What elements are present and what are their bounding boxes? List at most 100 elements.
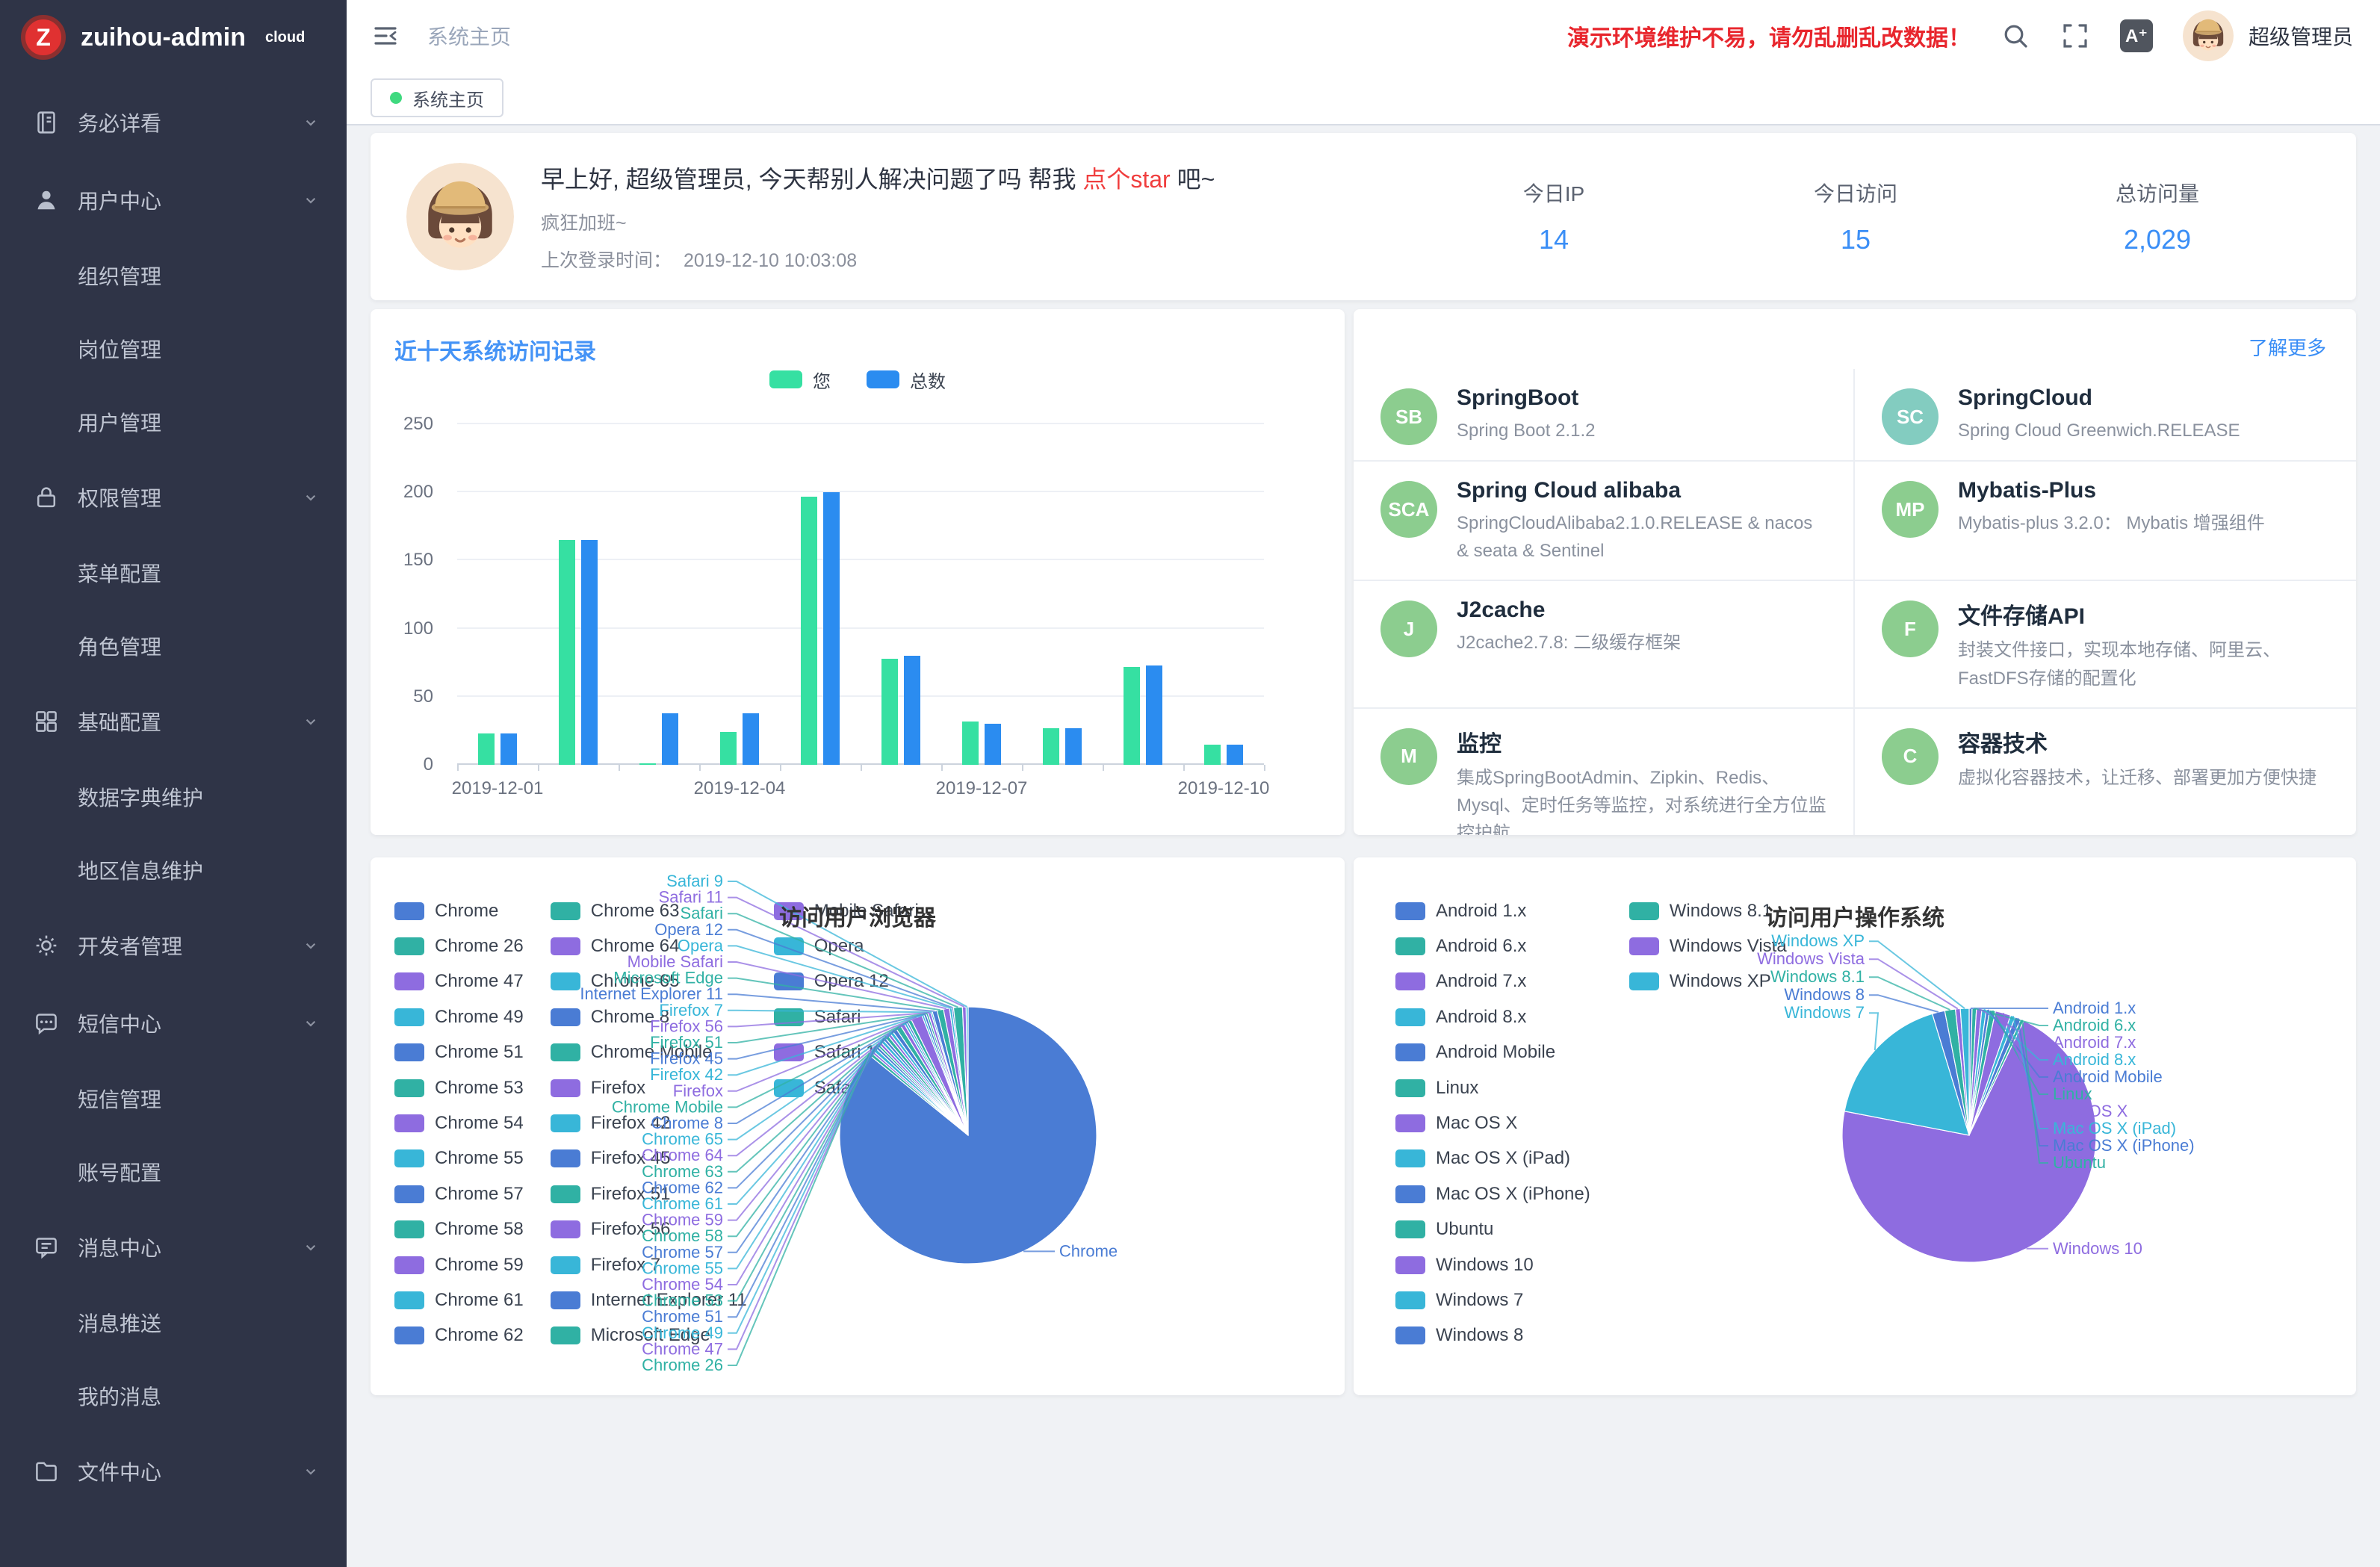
legend-item[interactable]: Chrome 49 xyxy=(394,1007,524,1028)
legend-item[interactable]: Chrome 54 xyxy=(394,1113,524,1134)
legend-item[interactable]: Android 7.x xyxy=(1395,971,1590,992)
legend-item[interactable]: Mac OS X xyxy=(1395,1113,1590,1134)
sidebar-item[interactable]: 开发者管理 xyxy=(0,907,347,984)
legend-item[interactable]: Mac OS X (iPad) xyxy=(1395,1148,1590,1169)
tab-home[interactable]: 系统主页 xyxy=(371,78,503,117)
sidebar-subitem[interactable]: 岗位管理 xyxy=(0,312,347,385)
legend-item[interactable]: Chrome 51 xyxy=(394,1042,524,1063)
legend-item[interactable]: Opera 12 xyxy=(774,971,919,992)
legend-item[interactable]: Chrome 47 xyxy=(394,971,524,992)
legend-item[interactable]: Chrome 62 xyxy=(394,1325,524,1346)
avatar[interactable] xyxy=(2183,10,2234,61)
sidebar-subitem[interactable]: 用户管理 xyxy=(0,385,347,459)
bar[interactable] xyxy=(581,540,598,765)
bar[interactable] xyxy=(985,724,1001,765)
search-icon[interactable] xyxy=(2001,21,2030,51)
legend-item[interactable]: Opera xyxy=(774,936,919,957)
sidebar-subitem[interactable]: 数据字典维护 xyxy=(0,760,347,834)
legend-item[interactable]: Firefox 45 xyxy=(551,1148,747,1169)
legend-item[interactable]: Android Mobile xyxy=(1395,1042,1590,1063)
legend-item[interactable]: Chrome 26 xyxy=(394,936,524,957)
legend-item[interactable]: Firefox 51 xyxy=(551,1184,747,1205)
bar[interactable] xyxy=(823,492,840,765)
bar[interactable] xyxy=(881,659,898,765)
legend-item[interactable]: Chrome 64 xyxy=(551,936,747,957)
legend-item[interactable]: Firefox xyxy=(551,1078,747,1099)
legend-label: Chrome 54 xyxy=(435,1113,524,1134)
legend-item[interactable]: Chrome 58 xyxy=(394,1219,524,1240)
sidebar-collapse-icon[interactable] xyxy=(371,21,400,51)
bar[interactable] xyxy=(662,713,678,765)
legend-item[interactable]: 您 xyxy=(769,367,831,393)
fullscreen-icon[interactable] xyxy=(2060,21,2090,51)
username[interactable]: 超级管理员 xyxy=(2249,21,2353,51)
font-size-icon[interactable]: A⁺ xyxy=(2120,19,2153,52)
sidebar-item[interactable]: 文件中心 xyxy=(0,1433,347,1510)
sidebar-subitem[interactable]: 消息推送 xyxy=(0,1286,347,1359)
bar[interactable] xyxy=(1043,728,1059,765)
legend-item[interactable]: Chrome 59 xyxy=(394,1255,524,1276)
sidebar-item[interactable]: 权限管理 xyxy=(0,459,347,536)
legend-item[interactable]: Mobile Safari xyxy=(774,901,919,922)
bar[interactable] xyxy=(904,656,920,765)
bar[interactable] xyxy=(1227,745,1243,765)
legend-item[interactable]: Microsoft Edge xyxy=(551,1325,747,1346)
legend-item[interactable]: Windows XP xyxy=(1629,971,1787,992)
legend-item[interactable]: Chrome 63 xyxy=(551,901,747,922)
legend-item[interactable]: Firefox 56 xyxy=(551,1219,747,1240)
legend-item[interactable]: Chrome 55 xyxy=(394,1148,524,1169)
legend-item[interactable]: Linux xyxy=(1395,1078,1590,1099)
bar[interactable] xyxy=(1124,667,1140,765)
bar[interactable] xyxy=(743,713,759,765)
legend-item[interactable]: Android 8.x xyxy=(1395,1007,1590,1028)
bar[interactable] xyxy=(962,722,979,765)
sidebar-subitem[interactable]: 角色管理 xyxy=(0,609,347,683)
bar[interactable] xyxy=(639,763,656,765)
sidebar-item[interactable]: 短信中心 xyxy=(0,984,347,1062)
chevron-down-icon xyxy=(302,114,320,131)
legend-item[interactable]: Chrome 57 xyxy=(394,1184,524,1205)
bar[interactable] xyxy=(720,732,737,765)
sidebar-subitem[interactable]: 菜单配置 xyxy=(0,536,347,609)
legend-item[interactable]: Mac OS X (iPhone) xyxy=(1395,1184,1590,1205)
legend-item[interactable]: Windows Vista xyxy=(1629,936,1787,957)
logo[interactable]: Z zuihou-admin cloud xyxy=(0,0,347,75)
sidebar-item[interactable]: 务必详看 xyxy=(0,84,347,161)
legend-item[interactable]: Safari xyxy=(774,1007,919,1028)
legend-item[interactable]: Windows 8.1 xyxy=(1629,901,1787,922)
legend-item[interactable]: Internet Explorer 11 xyxy=(551,1290,747,1311)
bar[interactable] xyxy=(501,733,517,765)
bar[interactable] xyxy=(1146,665,1162,765)
legend-item[interactable]: Firefox 42 xyxy=(551,1113,747,1134)
bar[interactable] xyxy=(801,497,817,765)
legend-item[interactable]: Windows 7 xyxy=(1395,1290,1590,1311)
legend-item[interactable]: 总数 xyxy=(867,367,946,393)
legend-item[interactable]: Chrome Mobile xyxy=(551,1042,747,1063)
legend-item[interactable]: Firefox 7 xyxy=(551,1255,747,1276)
learn-more-link[interactable]: 了解更多 xyxy=(2249,333,2326,361)
bar[interactable] xyxy=(559,540,575,765)
legend-item[interactable]: Chrome 53 xyxy=(394,1078,524,1099)
legend-item[interactable]: Android 6.x xyxy=(1395,936,1590,957)
bar[interactable] xyxy=(478,733,495,765)
legend-label: Android 8.x xyxy=(1436,1007,1526,1028)
legend-item[interactable]: Ubuntu xyxy=(1395,1219,1590,1240)
bar[interactable] xyxy=(1065,728,1082,765)
sidebar-item[interactable]: 消息中心 xyxy=(0,1208,347,1286)
legend-item[interactable]: Chrome 65 xyxy=(551,971,747,992)
bar[interactable] xyxy=(1204,745,1221,765)
legend-item[interactable]: Chrome 8 xyxy=(551,1007,747,1028)
legend-item[interactable]: Chrome xyxy=(394,901,524,922)
legend-item[interactable]: Windows 10 xyxy=(1395,1255,1590,1276)
legend-item[interactable]: Android 1.x xyxy=(1395,901,1590,922)
sidebar-subitem[interactable]: 短信管理 xyxy=(0,1062,347,1135)
sidebar-item[interactable]: 基础配置 xyxy=(0,683,347,760)
star-link[interactable]: 点个star xyxy=(1082,166,1170,193)
sidebar-subitem[interactable]: 地区信息维护 xyxy=(0,834,347,907)
legend-item[interactable]: Chrome 61 xyxy=(394,1290,524,1311)
sidebar-subitem[interactable]: 我的消息 xyxy=(0,1359,347,1433)
sidebar-subitem[interactable]: 账号配置 xyxy=(0,1135,347,1208)
legend-item[interactable]: Windows 8 xyxy=(1395,1325,1590,1346)
sidebar-item[interactable]: 用户中心 xyxy=(0,161,347,239)
sidebar-subitem[interactable]: 组织管理 xyxy=(0,239,347,312)
